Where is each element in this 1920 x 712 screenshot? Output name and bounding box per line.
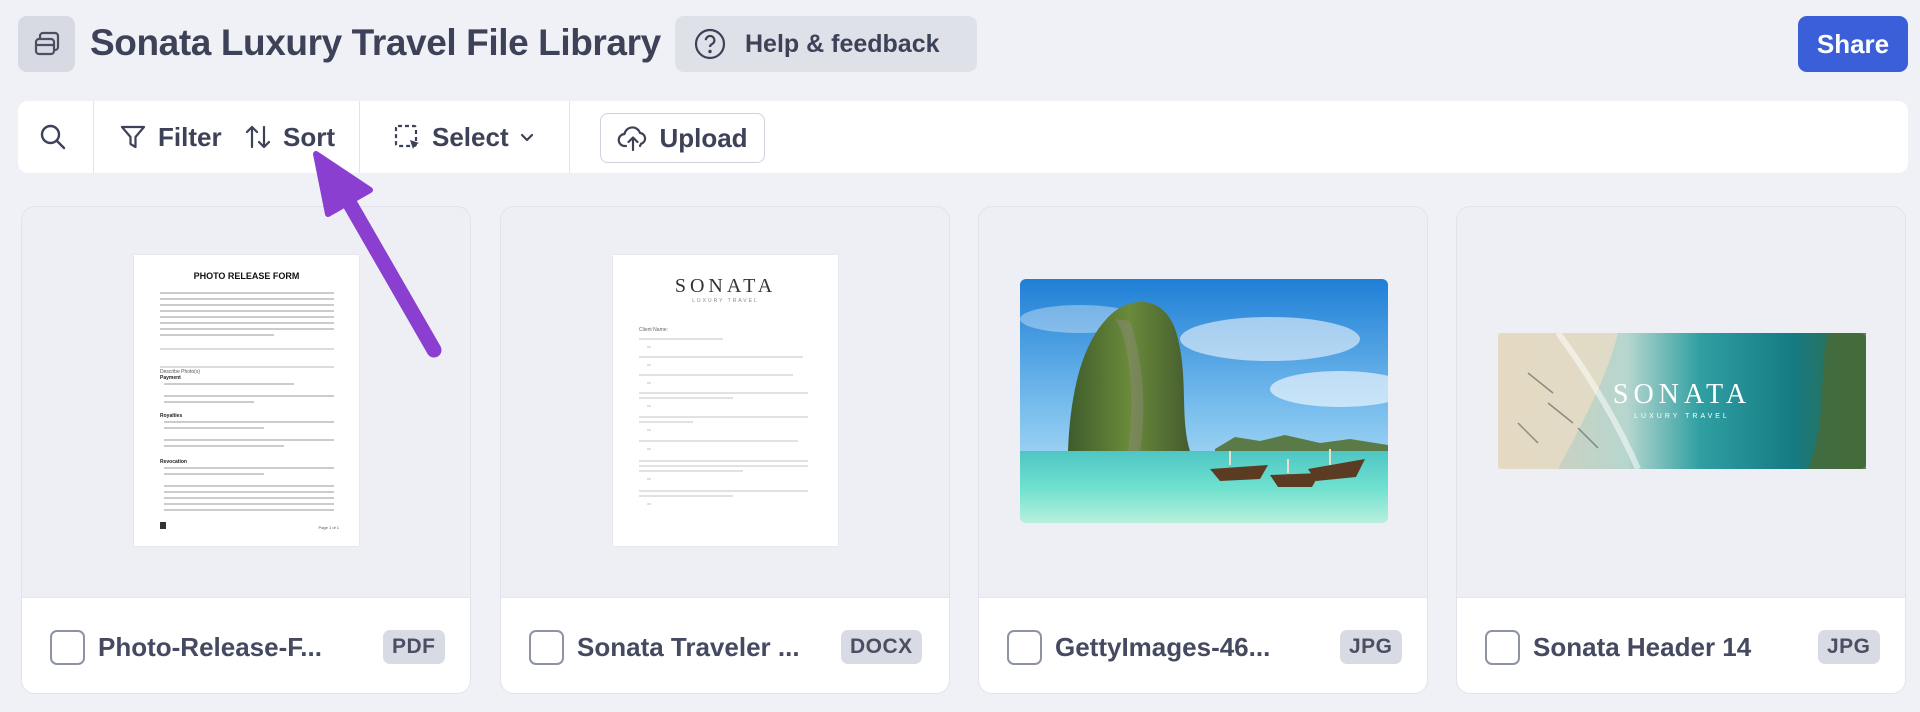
cloud-upload-icon — [618, 126, 647, 152]
pdf-royalties-heading: Royalties — [160, 413, 183, 419]
docx-tagline: LUXURY TRAVEL — [692, 298, 759, 304]
file-card-sonata-traveler[interactable]: SONATA LUXURY TRAVEL Client Name: Sonata… — [500, 206, 950, 694]
file-card-footer: GettyImages-46... JPG — [979, 597, 1427, 693]
file-preview: SONATA LUXURY TRAVEL Client Name: — [501, 207, 949, 597]
file-card-footer: Sonata Header 14 JPG — [1457, 597, 1905, 693]
library-stack-icon[interactable] — [18, 16, 75, 72]
file-card-gettyimages[interactable]: GettyImages-46... JPG — [978, 206, 1428, 694]
file-name: Sonata Header 14 — [1533, 632, 1752, 662]
select-dashed-box-icon — [394, 124, 419, 149]
pdf-revocation-heading: Revocation — [160, 459, 187, 465]
header-sonata-logo: SONATA — [1612, 379, 1752, 410]
share-button[interactable]: Share — [1798, 16, 1908, 72]
pdf-logo-icon — [160, 522, 166, 529]
file-type-badge: PDF — [383, 630, 445, 664]
search-icon — [40, 124, 66, 150]
toolbar-divider — [569, 101, 570, 173]
pdf-heading: PHOTO RELEASE FORM — [193, 271, 300, 281]
page-header: Sonata Luxury Travel File Library Help &… — [0, 0, 1920, 92]
filter-label: Filter — [158, 121, 222, 152]
select-label: Select — [432, 121, 509, 152]
file-preview — [979, 207, 1427, 597]
file-preview: SONATA LUXURY TRAVEL — [1457, 207, 1905, 597]
file-type-badge: JPG — [1340, 630, 1402, 664]
select-dropdown[interactable]: Select — [392, 101, 535, 173]
file-type-badge: JPG — [1818, 630, 1880, 664]
header-tagline: LUXURY TRAVEL — [1634, 413, 1730, 420]
file-select-checkbox[interactable] — [50, 630, 85, 665]
docx-page-thumbnail: SONATA LUXURY TRAVEL Client Name: — [613, 255, 838, 546]
upload-label: Upload — [659, 122, 748, 153]
beach-photo-thumbnail — [1020, 279, 1388, 523]
help-feedback-label: Help & feedback — [745, 29, 940, 58]
file-card-sonata-header[interactable]: SONATA LUXURY TRAVEL Sonata Header 14 JP… — [1456, 206, 1906, 694]
chevron-down-icon — [520, 133, 533, 142]
file-card-footer: Sonata Traveler ... DOCX — [501, 597, 949, 693]
help-feedback-button[interactable]: Help & feedback — [675, 16, 977, 72]
filter-icon — [120, 125, 146, 149]
toolbar-divider — [359, 101, 360, 173]
toolbar-divider — [93, 101, 94, 173]
file-select-checkbox[interactable] — [1485, 630, 1520, 665]
sort-label: Sort — [283, 121, 335, 152]
file-card-photo-release[interactable]: PHOTO RELEASE FORM Describe Photo(s) Pay… — [21, 206, 471, 694]
filter-button[interactable]: Filter — [118, 101, 222, 173]
file-select-checkbox[interactable] — [1007, 630, 1042, 665]
search-button[interactable] — [38, 101, 68, 173]
question-circle-icon — [694, 28, 726, 60]
file-name: Sonata Traveler ... — [577, 632, 800, 662]
pdf-page-number: Page 1 of 1 — [318, 525, 339, 530]
pdf-page-thumbnail: PHOTO RELEASE FORM Describe Photo(s) Pay… — [134, 255, 359, 546]
file-card-footer: Photo-Release-F... PDF — [22, 597, 470, 693]
upload-button[interactable]: Upload — [600, 113, 765, 163]
file-name: Photo-Release-F... — [98, 632, 322, 662]
file-preview: PHOTO RELEASE FORM Describe Photo(s) Pay… — [22, 207, 470, 597]
docx-question-lines — [639, 338, 808, 505]
docx-sonata-logo: SONATA — [674, 275, 777, 297]
page-title: Sonata Luxury Travel File Library — [90, 22, 661, 63]
file-select-checkbox[interactable] — [529, 630, 564, 665]
file-name: GettyImages-46... — [1055, 632, 1271, 662]
file-type-badge: DOCX — [841, 630, 922, 664]
pdf-payment-heading: Payment — [160, 375, 181, 381]
toolbar: Filter Sort Select Upload — [18, 101, 1908, 173]
sort-arrows-icon — [245, 125, 271, 149]
sort-button[interactable]: Sort — [243, 101, 335, 173]
